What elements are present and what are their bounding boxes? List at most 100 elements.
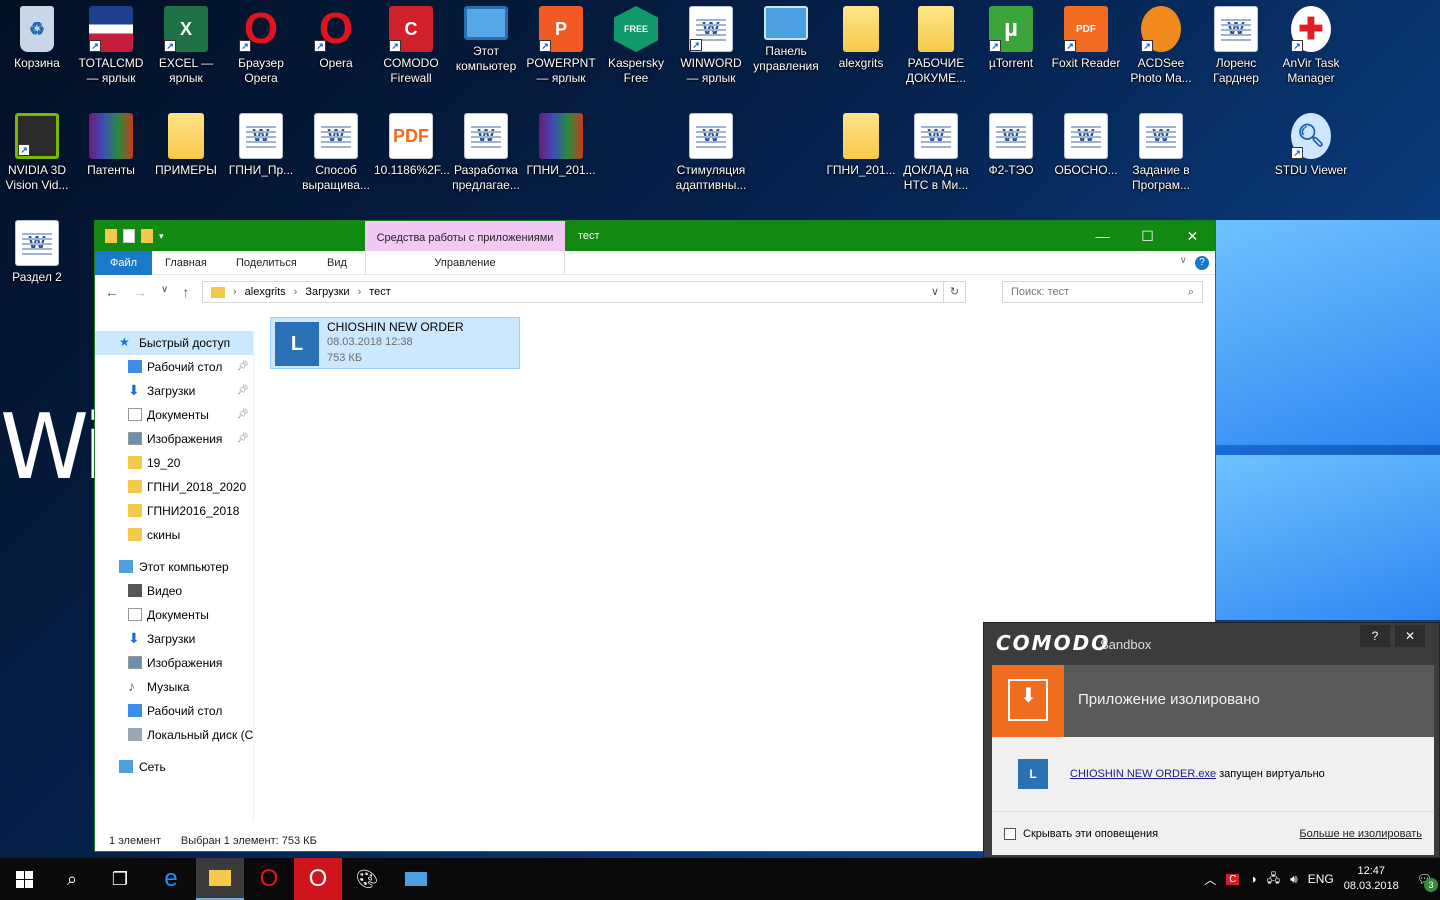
desktop-icon-zadanie[interactable]: W Задание в Програм...	[1124, 109, 1198, 193]
nav-desktop[interactable]: Рабочий стол 📌︎	[95, 355, 253, 379]
hide-alerts-label[interactable]: Скрывать эти оповещения	[1023, 828, 1158, 840]
nav-pc-pictures[interactable]: Изображения	[95, 651, 253, 675]
desktop-icon-opera-browser[interactable]: O ↗ Браузер Opera	[224, 2, 298, 86]
breadcrumb-separator[interactable]: ›	[294, 282, 298, 302]
desktop-icon-control-panel[interactable]: Панель управления	[749, 2, 823, 74]
desktop-icon-stimulation[interactable]: W Стимуляция адаптивны...	[674, 109, 748, 193]
app-link[interactable]: CHIOSHIN NEW ORDER.exe	[1070, 768, 1216, 780]
properties-icon[interactable]	[123, 229, 135, 243]
tab-share[interactable]: Поделиться	[224, 251, 309, 275]
nav-pc-downloads[interactable]: ⬇ Загрузки	[95, 627, 253, 651]
desktop-icon-foxit[interactable]: PDF ↗ Foxit Reader	[1049, 2, 1123, 71]
opera-active-taskbar-icon[interactable]: O	[294, 858, 342, 900]
nav-folder-gpni-2016[interactable]: ГПНИ2016_2018	[95, 499, 253, 523]
app-taskbar-icon[interactable]	[392, 858, 440, 900]
refresh-icon[interactable]: ↻	[943, 282, 965, 302]
desktop-icon-gpni-rar[interactable]: ГПНИ_201...	[524, 109, 598, 178]
minimize-button[interactable]: —	[1080, 221, 1125, 251]
back-arrow-icon[interactable]: ←	[105, 284, 119, 300]
desktop-icon-anvir[interactable]: ✚ ↗ AnVir Task Manager	[1274, 2, 1348, 86]
context-tab-app-tools[interactable]: Средства работы с приложениями	[365, 221, 565, 251]
up-arrow-icon[interactable]: ↑	[182, 284, 189, 300]
desktop-icon-gardner[interactable]: W Лоренс Гарднер	[1199, 2, 1273, 86]
new-folder-icon[interactable]	[141, 229, 153, 243]
volume-icon[interactable]: 🔊︎	[1290, 872, 1298, 887]
desktop-icon-kaspersky[interactable]: FREE Kaspersky Free	[599, 2, 673, 86]
language-indicator[interactable]: ENG	[1308, 872, 1334, 886]
pane-divider[interactable]	[253, 331, 254, 821]
kaspersky-tray-icon[interactable]: ◑	[1249, 872, 1256, 886]
task-view-icon[interactable]: ❐	[96, 858, 144, 900]
maximize-button[interactable]: ☐	[1125, 221, 1170, 251]
close-button[interactable]: ✕	[1170, 221, 1215, 251]
tab-manage[interactable]: Управление	[365, 251, 565, 275]
desktop-icon-totalcmd[interactable]: ↗ TOTALCMD — ярлык	[74, 2, 148, 86]
desktop-icon-doklad[interactable]: W ДОКЛАД на НТС в Ми...	[899, 109, 973, 193]
desktop-icon-utorrent[interactable]: µ ↗ µTorrent	[974, 2, 1048, 71]
desktop-icon-sposob[interactable]: W Способ выращива...	[299, 109, 373, 193]
nav-videos[interactable]: Видео	[95, 579, 253, 603]
nav-folder-gpni-2018[interactable]: ГПНИ_2018_2020	[95, 475, 253, 499]
help-icon[interactable]: ?	[1195, 256, 1209, 270]
desktop-icon-obosno[interactable]: W ОБОСНО...	[1049, 109, 1123, 178]
nav-folder-19-20[interactable]: 19_20	[95, 451, 253, 475]
nav-folder-skins[interactable]: скины	[95, 523, 253, 547]
desktop-icon-gpni-pr[interactable]: W ГПНИ_Пр...	[224, 109, 298, 178]
desktop-icon-opera[interactable]: O ↗ Opera	[299, 2, 373, 71]
desktop-icon-gpni-folder[interactable]: ГПНИ_201...	[824, 109, 898, 178]
breadcrumb-item[interactable]: тест	[369, 282, 391, 302]
nav-pc-desktop[interactable]: Рабочий стол	[95, 699, 253, 723]
desktop-icon-excel[interactable]: X ↗ EXCEL — ярлык	[149, 2, 223, 86]
show-hidden-icons-chevron[interactable]: ︿	[1204, 871, 1216, 888]
nav-this-pc[interactable]: Этот компьютер	[95, 555, 253, 579]
nav-local-disk[interactable]: Локальный диск (C	[95, 723, 253, 747]
desktop-icon-work-docs[interactable]: РАБОЧИЕ ДОКУМЕ...	[899, 2, 973, 86]
comodo-tray-icon[interactable]: C	[1226, 873, 1240, 885]
chevron-down-icon[interactable]: ▾	[159, 231, 164, 242]
search-input[interactable]: Поиск: тест ⌕	[1002, 281, 1203, 303]
tab-file[interactable]: Файл	[95, 251, 152, 275]
nav-downloads[interactable]: ⬇ Загрузки 📌︎	[95, 379, 253, 403]
desktop-icon-pdf-file[interactable]: PDF 10.1186%2F...	[374, 109, 450, 178]
desktop-icon-nvidia[interactable]: ↗ NVIDIA 3D Vision Vid...	[0, 109, 74, 193]
desktop-icon-acdsee[interactable]: ↗ ACDSee Photo Ma...	[1124, 2, 1198, 86]
nav-pictures[interactable]: Изображения 📌︎	[95, 427, 253, 451]
desktop-icon-recycle-bin[interactable]: ♻ Корзина	[0, 2, 74, 71]
desktop-icon-examples[interactable]: ПРИМЕРЫ	[149, 109, 223, 178]
nav-quick-access[interactable]: ★ Быстрый доступ	[95, 331, 253, 355]
address-bar[interactable]: › alexgrits › Загрузки › тест ∨ ↻	[202, 281, 966, 303]
breadcrumb-separator[interactable]: ›	[358, 282, 362, 302]
nav-pc-documents[interactable]: Документы	[95, 603, 253, 627]
file-explorer-taskbar-icon[interactable]	[196, 858, 244, 900]
desktop-icon-alexgrits[interactable]: alexgrits	[824, 2, 898, 71]
desktop-icon-razdel2[interactable]: W Раздел 2	[0, 216, 74, 285]
action-center-icon[interactable]: 💬︎ 3	[1417, 872, 1438, 892]
nav-documents[interactable]: Документы 📌︎	[95, 403, 253, 427]
desktop-icon-winword[interactable]: W ↗ WINWORD — ярлык	[674, 2, 748, 86]
address-dropdown-icon[interactable]: ∨	[931, 282, 939, 302]
desktop-icon-razrabotka[interactable]: W Разработка предлагае...	[449, 109, 523, 193]
forward-arrow-icon[interactable]: →	[133, 284, 147, 300]
close-button[interactable]: ✕	[1395, 625, 1425, 647]
paint-icon[interactable]: 🎨︎	[343, 858, 391, 900]
hide-alerts-checkbox[interactable]	[1004, 828, 1016, 840]
desktop-icon-powerpnt[interactable]: P ↗ POWERPNT — ярлык	[524, 2, 598, 86]
network-icon[interactable]: 🖧︎	[1267, 869, 1280, 890]
desktop-icon-patents[interactable]: Патенты	[74, 109, 148, 178]
search-icon[interactable]: ⌕	[48, 858, 96, 900]
tab-view[interactable]: Вид	[315, 251, 359, 275]
tab-home[interactable]: Главная	[153, 251, 219, 275]
help-button[interactable]: ?	[1360, 625, 1390, 647]
desktop-icon-f2-teo[interactable]: W Ф2-ТЭО	[974, 109, 1048, 178]
breadcrumb-item[interactable]: Загрузки	[305, 282, 349, 302]
opera-taskbar-icon[interactable]: O	[245, 858, 293, 900]
expand-ribbon-icon[interactable]: ∨	[1180, 255, 1187, 266]
desktop-icon-stdu[interactable]: 🔍︎ ↗ STDU Viewer	[1274, 109, 1348, 178]
file-item-selected[interactable]: L CHIOSHIN NEW ORDER 08.03.2018 12:38 75…	[270, 317, 520, 369]
dont-isolate-link[interactable]: Больше не изолировать	[1299, 828, 1422, 840]
nav-network[interactable]: Сеть	[95, 755, 253, 779]
breadcrumb-separator[interactable]: ›	[233, 282, 237, 302]
breadcrumb-item[interactable]: alexgrits	[245, 282, 286, 302]
internet-explorer-icon[interactable]: e	[147, 858, 195, 900]
start-button[interactable]	[0, 858, 48, 900]
